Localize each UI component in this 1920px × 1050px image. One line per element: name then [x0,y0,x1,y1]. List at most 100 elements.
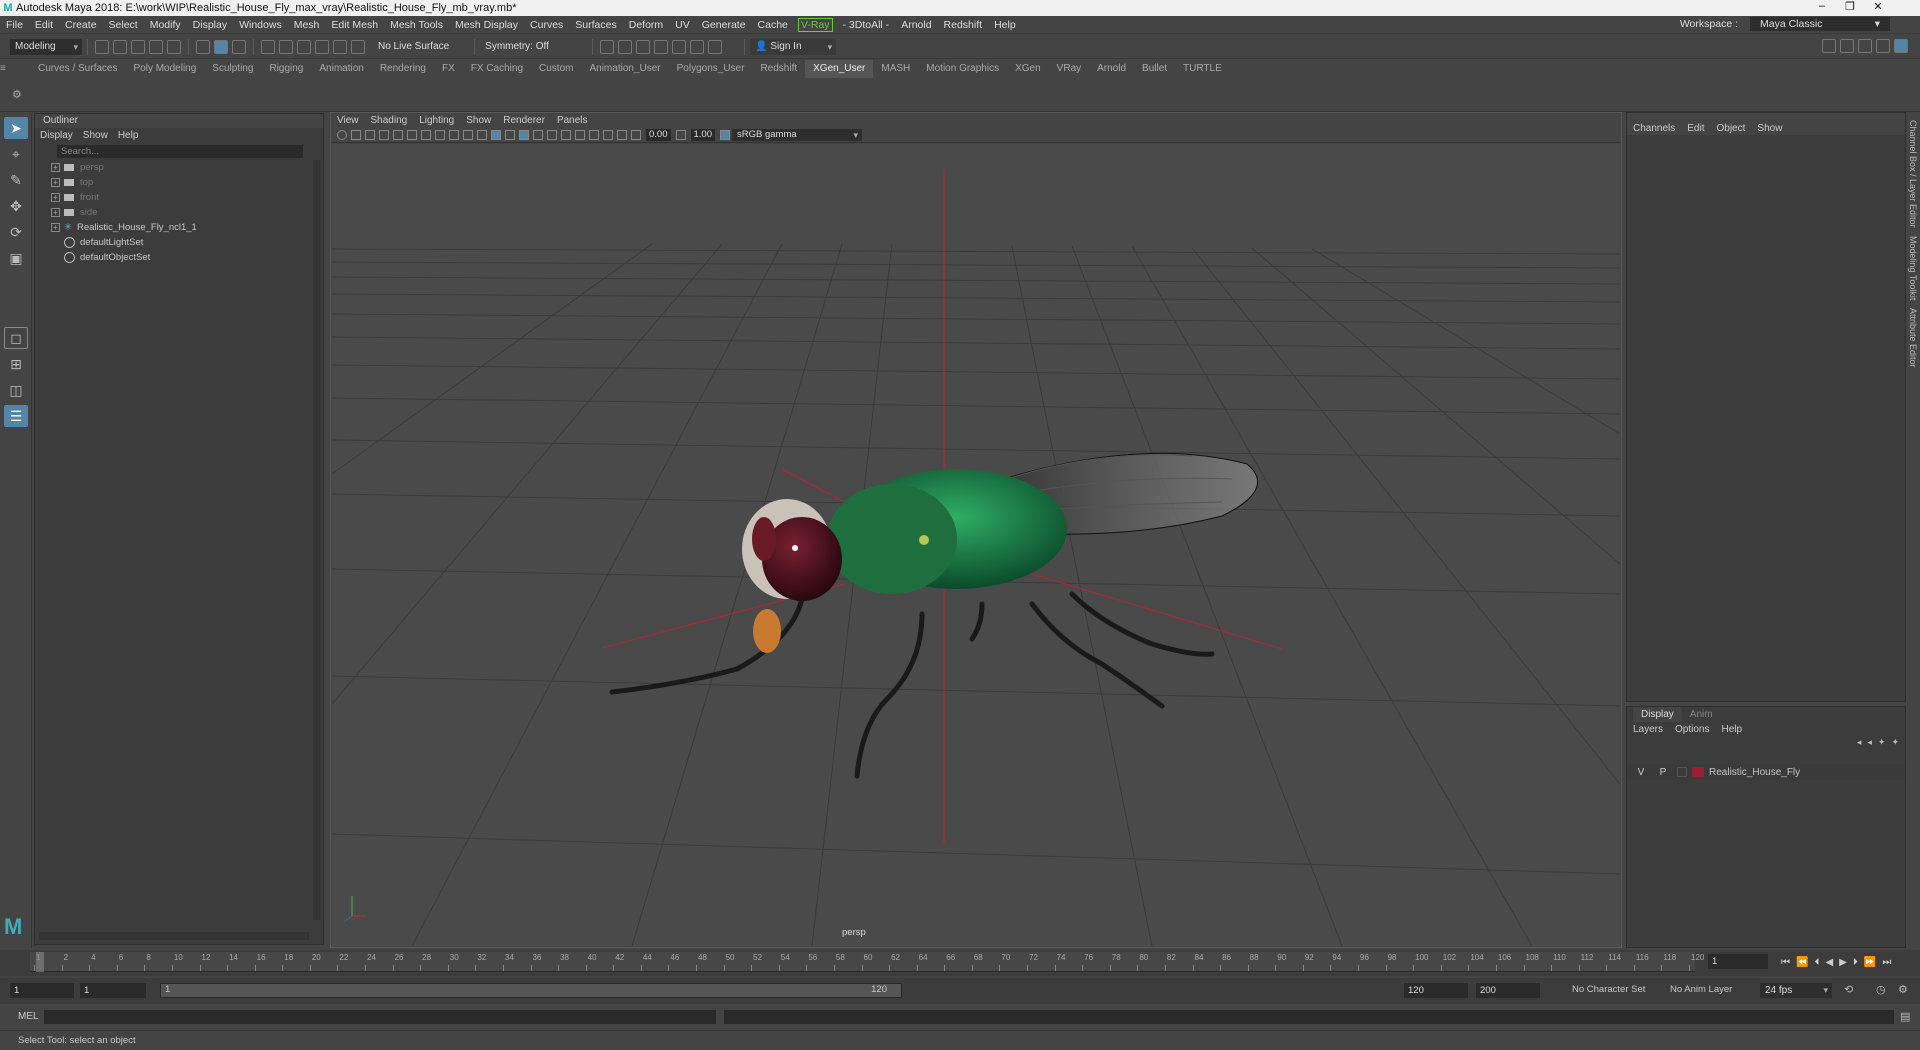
grid-icon[interactable] [393,129,403,140]
xray-joints-icon[interactable] [617,129,627,140]
channels-menu-edit[interactable]: Edit [1681,123,1710,134]
outliner-item-fly[interactable]: + ✳ Realistic_House_Fly_ncl1_1 [35,220,323,235]
layer-display-type-toggle[interactable] [1677,767,1687,777]
snap-grid-icon[interactable] [261,39,275,54]
menu-surfaces[interactable]: Surfaces [569,19,622,31]
animation-end-field[interactable]: 200 [1476,983,1540,998]
menu-create[interactable]: Create [59,19,103,31]
shelf-tab[interactable]: Animation_User [581,60,668,78]
channels-menu-show[interactable]: Show [1751,123,1788,134]
snap-point-icon[interactable] [297,39,311,54]
wireframe-icon[interactable] [477,129,487,140]
xray-icon[interactable] [603,129,613,140]
sign-in-button[interactable]: 👤 Sign In ▾ [750,38,837,55]
outliner-h-scrollbar[interactable] [39,932,309,940]
shelf-tab[interactable]: XGen [1007,60,1049,78]
shelf-tab[interactable]: Bullet [1134,60,1175,78]
outliner-item-object-set[interactable]: defaultObjectSet [35,250,323,265]
select-object-icon[interactable] [214,39,228,54]
step-back-key-icon[interactable]: ⏪ [1796,957,1808,968]
shelf-tab[interactable]: Polygons_User [669,60,753,78]
gate-mask-icon[interactable] [435,129,445,140]
shelf-tab[interactable]: MASH [873,60,918,78]
open-scene-icon[interactable] [113,39,127,54]
layer-playback-toggle[interactable]: P [1655,767,1671,778]
layer-color-swatch[interactable] [1692,767,1704,777]
save-scene-icon[interactable] [131,39,145,54]
layer-editor-icon[interactable] [1894,39,1908,53]
outliner-item-top[interactable]: + top [35,175,323,190]
menu-modify[interactable]: Modify [144,19,187,31]
viewport-menu-renderer[interactable]: Renderer [497,115,551,126]
menu-vray[interactable]: V-Ray [797,17,833,32]
viewport-menu-panels[interactable]: Panels [551,115,594,126]
outliner-item-light-set[interactable]: defaultLightSet [35,235,323,250]
menu-redshift[interactable]: Redshift [938,19,989,31]
expand-icon[interactable]: + [51,193,60,202]
close-button[interactable]: ✕ [1864,0,1892,13]
auto-key-icon[interactable]: ◷ [1876,983,1886,996]
exposure-icon[interactable] [631,129,641,140]
shelf-tab[interactable]: Sculpting [204,60,261,78]
mel-label[interactable]: MEL [18,1011,39,1022]
layers-menu-help[interactable]: Help [1715,724,1748,735]
layers-menu-options[interactable]: Options [1669,724,1715,735]
step-forward-key-icon[interactable]: ⏩ [1864,957,1876,968]
new-layer-selected-icon[interactable]: ✦ [1891,737,1899,748]
time-ruler[interactable]: 1246810121416182022242628303234363840424… [30,952,1704,972]
shadows-icon[interactable] [533,129,543,140]
rotate-tool-icon[interactable]: ⟳ [4,221,28,243]
channels-menu-channels[interactable]: Channels [1627,123,1681,134]
render-settings-icon[interactable] [636,39,651,54]
tab-display[interactable]: Display [1633,707,1682,722]
gear-icon[interactable]: ⚙ [12,88,22,101]
camera-attributes-icon[interactable] [351,129,361,140]
go-to-end-icon[interactable]: ⏭ [1882,957,1891,968]
layers-menu-layers[interactable]: Layers [1627,724,1669,735]
viewport-menu-view[interactable]: View [331,115,365,126]
gamma-icon[interactable] [675,129,686,140]
expand-icon[interactable]: + [51,208,60,217]
exposure-field[interactable]: 0.00 [646,128,671,141]
animation-preferences-icon[interactable]: ⚙ [1898,983,1908,996]
new-scene-icon[interactable] [95,39,109,54]
channel-box-layer-editor-tab[interactable]: Channel Box / Layer Editor [1908,120,1918,228]
shelf-tab[interactable]: Custom [531,60,581,78]
textured-icon[interactable] [505,129,515,140]
step-forward-frame-icon[interactable]: ⏵ [1853,957,1858,968]
playback-start-field[interactable]: 1 [80,983,146,998]
menu-set-dropdown[interactable]: Modeling ▾ [10,38,82,55]
menu-display[interactable]: Display [187,19,233,31]
outliner-menu-show[interactable]: Show [78,130,113,141]
playback-end-field[interactable]: 120 [1404,983,1468,998]
ambient-occlusion-icon[interactable] [547,129,557,140]
playback-range-bar[interactable]: 1 120 [160,983,902,998]
hypershade-icon[interactable] [654,39,669,54]
outliner-item-side[interactable]: + side [35,205,323,220]
four-view-layout-icon[interactable]: ⊞ [4,353,28,375]
command-input[interactable] [44,1010,716,1024]
outliner-menu-display[interactable]: Display [35,130,78,141]
shelf-tab[interactable]: Curves / Surfaces [30,60,125,78]
light-editor-icon[interactable] [690,39,705,54]
persp-outliner-layout-icon[interactable]: ◫ [4,379,28,401]
attribute-editor-tab[interactable]: Attribute Editor [1908,308,1918,368]
channels-menu-object[interactable]: Object [1711,123,1752,134]
viewport-menu-show[interactable]: Show [460,115,497,126]
menu-mesh-tools[interactable]: Mesh Tools [384,19,449,31]
ipr-render-icon[interactable] [618,39,633,54]
redo-icon[interactable] [167,39,181,54]
shelf-tab[interactable]: FX [434,60,463,78]
move-layer-down-icon[interactable]: ◂ [1867,737,1872,748]
snap-live-icon[interactable] [333,39,347,54]
select-camera-icon[interactable] [337,129,347,140]
image-plane-icon[interactable] [379,129,389,140]
outliner-item-front[interactable]: + front [35,190,323,205]
undo-icon[interactable] [149,39,163,54]
menu-help[interactable]: Help [988,19,1022,31]
anim-layer-dropdown[interactable]: No Anim Layer [1670,984,1732,995]
play-forward-icon[interactable]: ▶ [1839,957,1847,968]
render-current-frame-icon[interactable] [600,39,615,54]
outliner-scrollbar[interactable] [313,160,321,920]
minimize-button[interactable]: – [1808,0,1836,12]
